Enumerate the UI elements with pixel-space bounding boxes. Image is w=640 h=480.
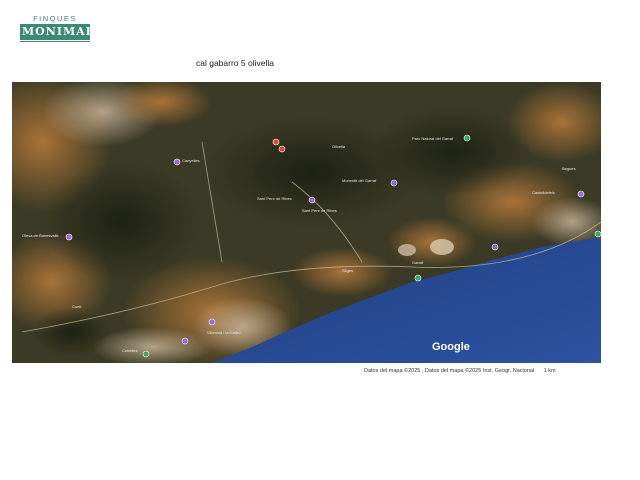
attribution-text: Datos del mapa ©2025 , Datos del mapa ©2… xyxy=(364,368,535,374)
map-label: Canyelles xyxy=(182,158,200,163)
map-label: Castelldefels xyxy=(532,190,555,195)
pin-icon xyxy=(181,337,189,345)
google-logo: Google xyxy=(432,341,470,353)
pin-icon xyxy=(308,196,316,204)
map-label: Sitges xyxy=(342,268,353,273)
map-label: Parc Natural del Garraf xyxy=(412,136,454,141)
pin-icon xyxy=(65,233,73,241)
map-label: Monestir del Garraf xyxy=(342,178,377,183)
pin-icon xyxy=(414,274,422,282)
map-label: Vilanova i la Geltrú xyxy=(207,330,241,335)
map-label: Olivella xyxy=(332,144,346,149)
map-label: Cunit xyxy=(72,304,82,309)
map-label: Cubelles xyxy=(122,348,138,353)
map-label: Olesa de Bonesvalls xyxy=(22,233,58,238)
pin-icon xyxy=(278,145,286,153)
logo-underline xyxy=(20,41,90,42)
map-attribution: Datos del mapa ©2025 , Datos del mapa ©2… xyxy=(364,368,556,374)
map-label: Garraf xyxy=(412,260,424,265)
pin-icon xyxy=(272,138,280,146)
pin-icon xyxy=(142,350,150,358)
pin-icon xyxy=(463,134,471,142)
pin-icon xyxy=(173,158,181,166)
logo-main-text: MONIMAR xyxy=(20,24,96,40)
satellite-map[interactable]: Cunit Cubelles Vilanova i la Geltrú Sant… xyxy=(12,82,601,363)
company-logo: FINQUES MONIMAR xyxy=(20,14,96,42)
page-caption: cal gabarro 5 olivella xyxy=(196,58,274,68)
map-label: Begues xyxy=(562,166,576,171)
scale-label: 1 km xyxy=(543,368,556,374)
pin-icon xyxy=(208,318,216,326)
logo-top-text: FINQUES xyxy=(33,14,77,23)
map-image[interactable]: Cunit Cubelles Vilanova i la Geltrú Sant… xyxy=(12,82,601,363)
pin-icon xyxy=(577,190,585,198)
map-label: Sant Pere de Ribes xyxy=(302,208,337,213)
pin-icon xyxy=(594,230,601,238)
pin-icon xyxy=(390,179,398,187)
pin-icon xyxy=(491,243,499,251)
map-label: Sant Pere de Ribes xyxy=(257,196,292,201)
